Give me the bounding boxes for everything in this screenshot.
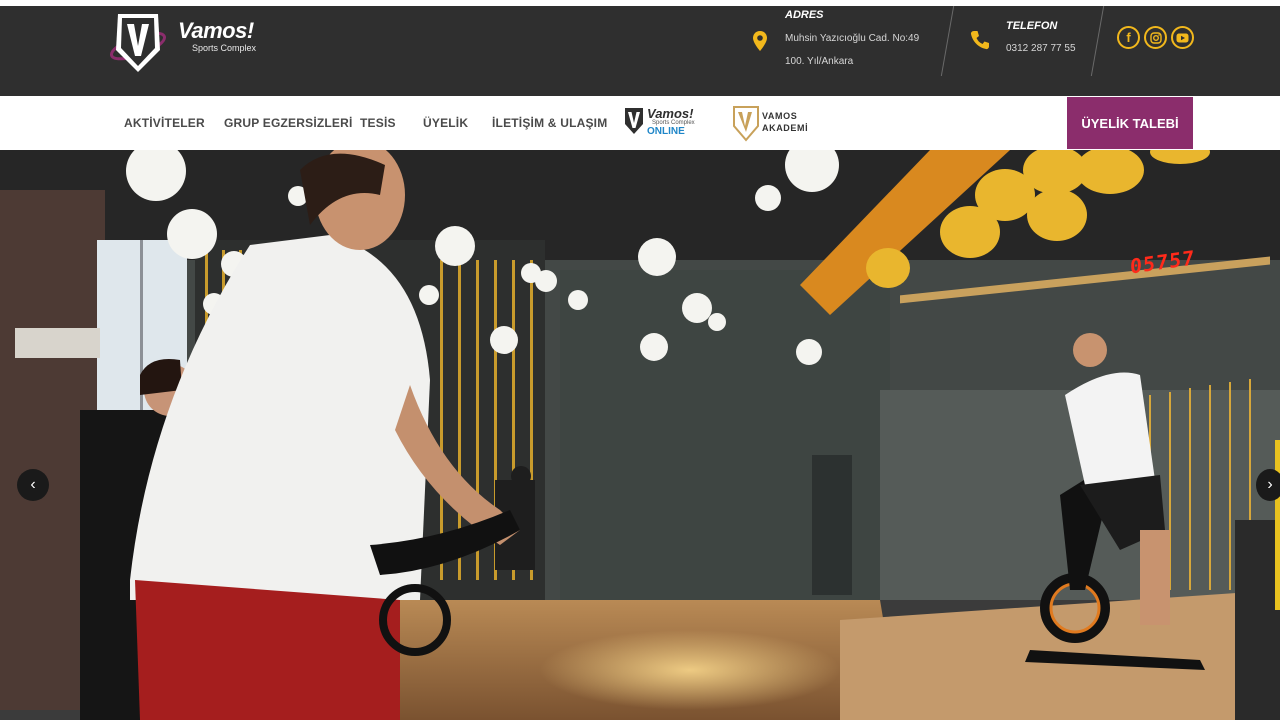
slider-prev-button[interactable]: ‹ <box>17 469 49 501</box>
youtube-icon[interactable] <box>1171 26 1194 49</box>
online-logo-title: Vamos! <box>647 106 694 121</box>
chevron-left-icon: ‹ <box>30 476 36 493</box>
address-line-1: Muhsin Yazıcıoğlu Cad. No:49 <box>785 33 920 44</box>
phone-number[interactable]: 0312 287 77 55 <box>1006 43 1076 54</box>
nav-item-iletisim[interactable]: İLETİŞİM & ULAŞIM <box>492 116 607 130</box>
akademi-shield-icon <box>733 106 759 142</box>
nav-item-grup-egzersizleri[interactable]: GRUP EGZERSİZLERİ <box>224 116 353 130</box>
nav-item-aktiviteler[interactable]: AKTİVİTELER <box>124 116 205 130</box>
hero-slider: 05757 ‹ › <box>0 150 1280 720</box>
slider-next-button[interactable]: › <box>1256 469 1280 501</box>
phone-icon <box>970 31 989 50</box>
main-navigation: AKTİVİTELER GRUP EGZERSİZLERİ TESİS ÜYEL… <box>0 96 1280 150</box>
top-bar: Vamos! Sports Complex ADRES Muhsin Yazıc… <box>0 6 1280 96</box>
nav-item-tesis[interactable]: TESİS <box>360 116 396 130</box>
nav-item-uyelik[interactable]: ÜYELİK <box>423 116 468 130</box>
address-title: ADRES <box>785 9 824 21</box>
divider <box>940 6 955 76</box>
online-logo-tag: ONLINE <box>647 126 685 137</box>
phone-title: TELEFON <box>1006 20 1058 32</box>
vamos-logo[interactable]: Vamos! Sports Complex <box>108 10 258 78</box>
akademi-line-1: VAMOS <box>762 111 798 121</box>
logo-subtitle: Sports Complex <box>192 43 257 53</box>
vamos-online-logo[interactable]: Vamos! Sports Complex ONLINE <box>623 106 703 140</box>
location-pin-icon <box>753 31 767 51</box>
vamos-akademi-logo[interactable]: VAMOS AKADEMİ <box>732 104 808 142</box>
vamos-shield-icon <box>625 108 643 134</box>
address-line-2: 100. Yıl/Ankara <box>785 56 854 67</box>
logo-title: Vamos! <box>178 18 254 43</box>
divider <box>1090 6 1105 76</box>
akademi-logo-text: VAMOS AKADEMİ <box>762 110 808 134</box>
hero-image <box>0 150 1280 720</box>
membership-request-button[interactable]: ÜYELİK TALEBİ <box>1067 97 1193 149</box>
instagram-icon[interactable] <box>1144 26 1167 49</box>
chevron-right-icon: › <box>1267 476 1273 493</box>
akademi-line-2: AKADEMİ <box>762 123 809 133</box>
facebook-icon[interactable]: f <box>1117 26 1140 49</box>
vamos-shield-icon <box>110 14 166 72</box>
